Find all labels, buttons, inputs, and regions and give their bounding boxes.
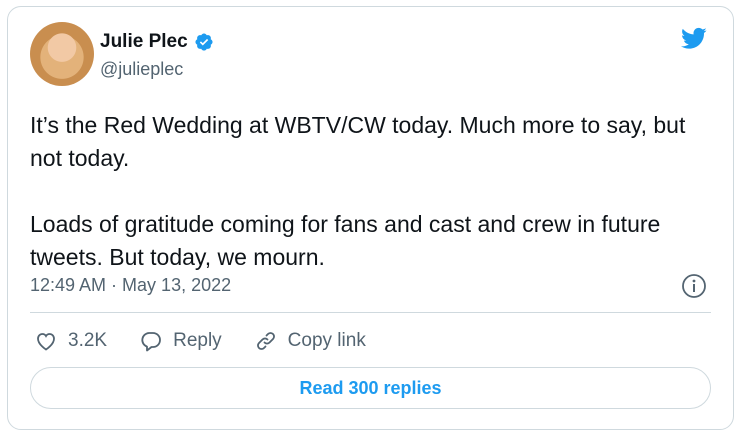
copy-link-button[interactable]: Copy link	[254, 329, 366, 353]
like-button[interactable]: 3.2K	[34, 329, 107, 353]
link-icon	[256, 332, 275, 350]
author-display-name[interactable]: Julie Plec	[100, 31, 188, 53]
reply-bubble-icon	[141, 332, 161, 352]
tweet-text: It’s the Red Wedding at WBTV/CW today. M…	[30, 112, 686, 270]
avatar[interactable]	[30, 22, 94, 86]
reply-label: Reply	[173, 330, 222, 351]
verified-badge-icon	[194, 32, 214, 52]
read-replies-button[interactable]: Read 300 replies	[30, 367, 711, 409]
divider	[30, 312, 711, 313]
heart-icon	[37, 333, 55, 351]
author-name-row: Julie Plec	[100, 31, 214, 53]
action-bar: 3.2K Reply Copy link	[34, 325, 398, 357]
info-icon[interactable]	[681, 273, 707, 299]
like-count: 3.2K	[68, 330, 108, 351]
tweet-timestamp[interactable]: 12:49 AM · May 13, 2022	[30, 275, 231, 296]
author-handle[interactable]: @julieplec	[100, 59, 183, 80]
reply-button[interactable]: Reply	[139, 329, 222, 353]
twitter-bird-icon[interactable]	[679, 25, 709, 51]
copy-link-label: Copy link	[287, 330, 366, 351]
tweet-card: Julie Plec @julieplec It’s the Red Weddi…	[7, 6, 734, 430]
